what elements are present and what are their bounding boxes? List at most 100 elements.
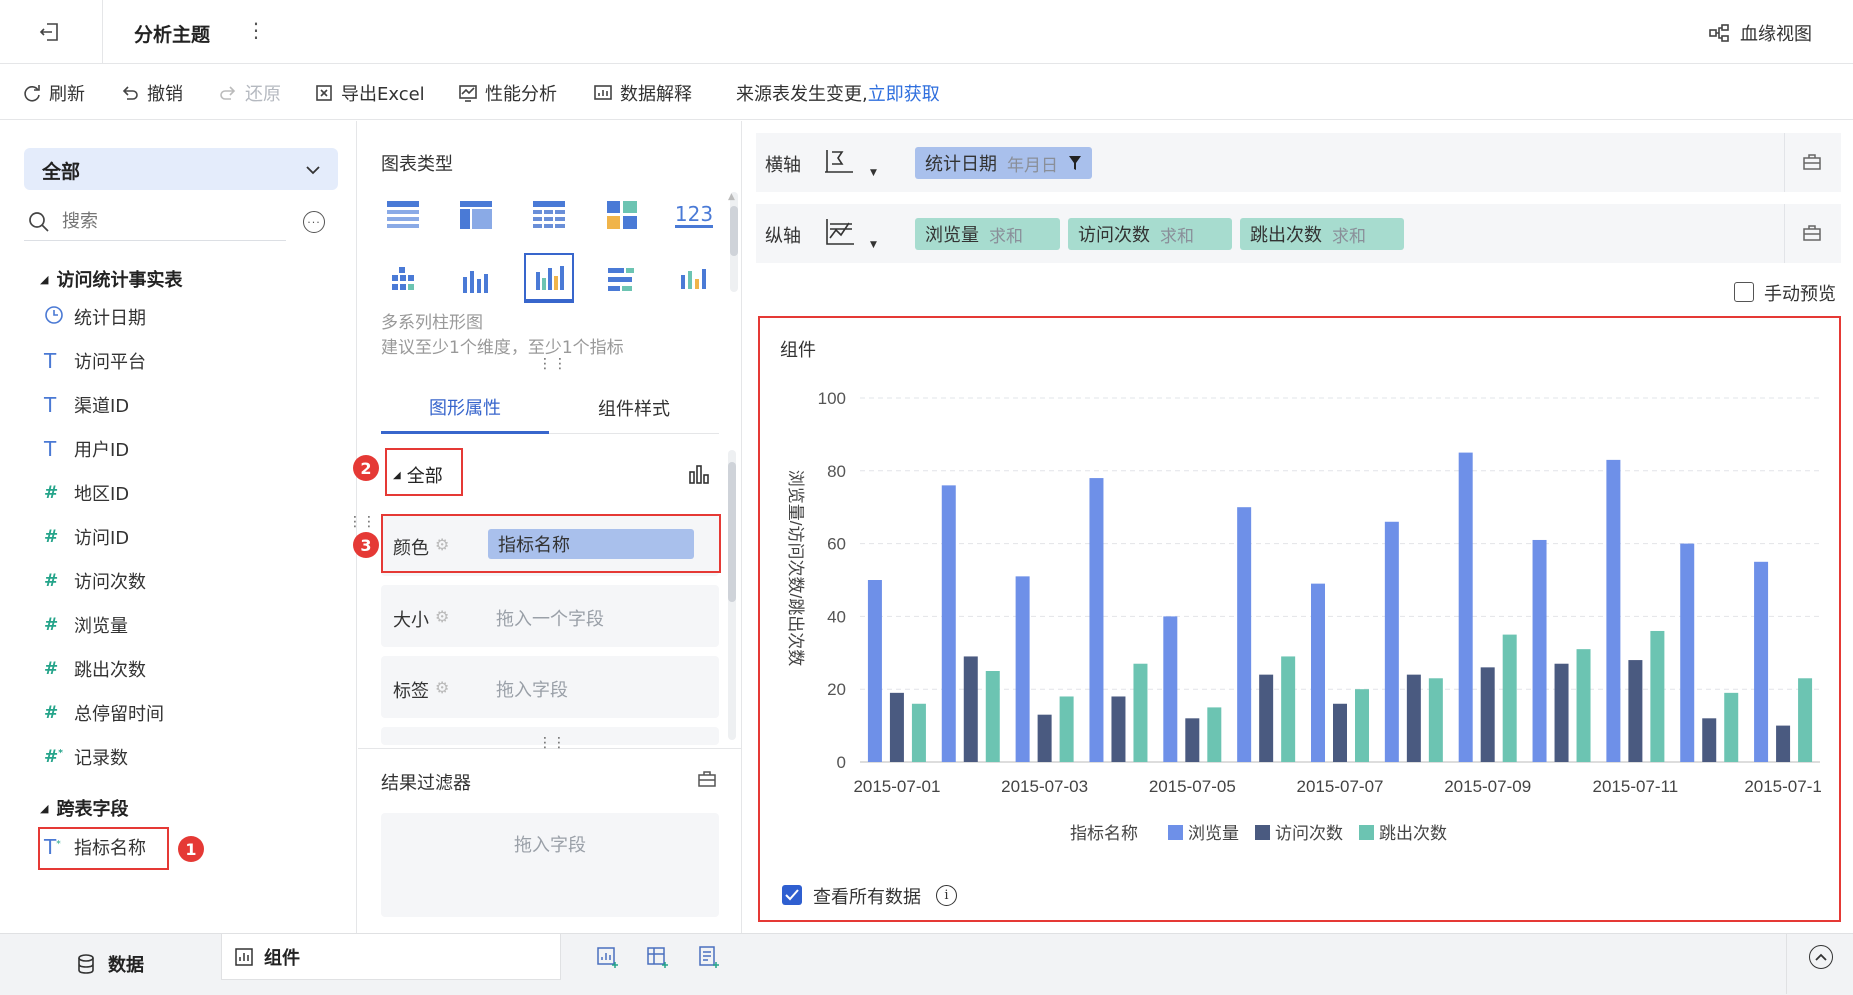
field-item[interactable]: 统计日期: [44, 304, 146, 330]
bar: [1237, 507, 1252, 762]
legend-swatch: [1168, 825, 1183, 840]
field-item[interactable]: T 访问平台: [44, 348, 146, 374]
info-icon[interactable]: i: [936, 885, 957, 906]
collapse-up-icon[interactable]: [1809, 945, 1833, 969]
field-label: 记录数: [74, 748, 128, 769]
horizontal-bar-icon[interactable]: [602, 260, 642, 300]
refresh-icon: [24, 85, 40, 102]
filter-settings-icon[interactable]: [697, 770, 717, 792]
filter-drop-zone[interactable]: 拖入字段: [381, 813, 719, 917]
bar: [867, 580, 882, 762]
range-bar-icon[interactable]: [674, 260, 714, 300]
chart-tab-icon: [235, 947, 253, 966]
refresh-button[interactable]: 刷新: [22, 80, 85, 106]
x-tick-label: 2015-07-07: [1297, 777, 1384, 796]
cross-table-section-header[interactable]: ◢ 跨表字段: [40, 795, 128, 821]
chart-type-name: 多系列柱形图: [381, 313, 483, 333]
add-component-icon[interactable]: [596, 945, 620, 973]
cross-table-icon[interactable]: [456, 195, 496, 235]
tab-component-style[interactable]: 组件样式: [549, 382, 719, 434]
resize-handle[interactable]: ⋮⋮: [538, 356, 568, 372]
pill-sub-label: 求和: [1332, 226, 1366, 247]
view-all-checkbox[interactable]: [782, 885, 802, 905]
field-scope-dropdown[interactable]: 全部: [24, 148, 338, 190]
field-item[interactable]: # 访问次数: [44, 568, 146, 594]
number-chart-icon[interactable]: 123: [674, 195, 714, 235]
size-drop-placeholder[interactable]: 拖入一个字段: [496, 605, 604, 631]
field-item[interactable]: # 地区ID: [44, 480, 129, 506]
stacked-bar-icon[interactable]: [456, 260, 496, 300]
panel-drag-handle[interactable]: ⋮⋮: [348, 514, 376, 530]
more-menu-button[interactable]: ⋮: [246, 18, 266, 42]
bar: [1628, 660, 1643, 762]
x-axis-dropdown-icon[interactable]: ▼: [870, 168, 877, 178]
clock-icon: [44, 305, 74, 330]
manual-preview-checkbox[interactable]: [1734, 282, 1754, 302]
gear-icon[interactable]: ⚙: [435, 678, 449, 697]
tag-drop-placeholder[interactable]: 拖入字段: [496, 676, 568, 702]
tag-label: 标签: [393, 681, 429, 702]
field-label: 用户ID: [74, 440, 130, 461]
right-scroll-up-icon[interactable]: ▲: [728, 192, 735, 202]
perf-analysis-button[interactable]: 性能分析: [458, 80, 557, 106]
field-item[interactable]: #* 记录数: [44, 744, 128, 770]
fetch-now-link[interactable]: 立即获取: [868, 80, 940, 106]
x-axis-settings-icon[interactable]: [1802, 153, 1822, 175]
redo-button[interactable]: 还原: [218, 80, 281, 106]
search-box[interactable]: [24, 205, 286, 241]
field-item[interactable]: T 渠道ID: [44, 392, 129, 418]
y-field-pill[interactable]: 跳出次数 求和: [1240, 218, 1404, 250]
number-type-icon: #: [44, 527, 59, 547]
kpi-card-icon[interactable]: [602, 195, 642, 235]
more-options-icon[interactable]: ···: [303, 211, 325, 233]
y-axis-dropdown-icon[interactable]: ▼: [870, 240, 877, 250]
table-chart-icon[interactable]: [383, 195, 423, 235]
bar: [1798, 678, 1813, 762]
attr-scrollbar[interactable]: [728, 450, 736, 740]
grouped-table-icon[interactable]: [383, 260, 423, 300]
field-item[interactable]: # 浏览量: [44, 612, 128, 638]
tab-data[interactable]: 数据: [0, 934, 220, 994]
gear-icon[interactable]: ⚙: [435, 607, 449, 626]
add-report-icon[interactable]: [697, 945, 721, 973]
tab-graphic-attr[interactable]: 图形属性: [381, 382, 549, 434]
bar: [1133, 663, 1148, 762]
field-item[interactable]: # 跳出次数: [44, 656, 146, 682]
field-item[interactable]: T 用户ID: [44, 436, 129, 462]
dropdown-value: 全部: [42, 161, 81, 183]
x-axis-icon[interactable]: [822, 146, 856, 180]
tab-component[interactable]: 组件: [221, 934, 561, 980]
x-field-pill[interactable]: 统计日期 年月日: [915, 147, 1092, 179]
detail-table-icon[interactable]: [529, 195, 569, 235]
field-item[interactable]: # 访问ID: [44, 524, 129, 550]
redo-label: 还原: [245, 84, 281, 105]
resize-handle[interactable]: ⋮⋮: [538, 735, 566, 751]
filter-icon[interactable]: [1068, 155, 1082, 171]
y-axis-icon[interactable]: [822, 216, 856, 252]
chart-types-scrollbar[interactable]: [730, 192, 738, 292]
table-section-header[interactable]: ◢ 访问统计事实表: [40, 266, 182, 292]
field-item[interactable]: # 总停留时间: [44, 700, 164, 726]
highlight-box-3: [381, 514, 721, 573]
top-bar: 分析主题 ⋮ 血缘视图: [0, 0, 1853, 64]
multi-series-bar-icon[interactable]: [524, 253, 574, 303]
source-change-notice: 来源表发生变更, 立即获取: [736, 80, 940, 106]
y-field-pill[interactable]: 浏览量 求和: [915, 218, 1060, 250]
bar: [1776, 725, 1791, 762]
x-tick-label: 2015-07-01: [853, 777, 940, 796]
data-explain-button[interactable]: 数据解释: [593, 80, 692, 106]
export-excel-button[interactable]: 导出Excel: [314, 80, 425, 106]
search-input[interactable]: [62, 207, 262, 235]
lineage-view-button[interactable]: 血缘视图: [1708, 20, 1812, 46]
y-field-pill[interactable]: 访问次数 求和: [1068, 218, 1232, 250]
back-button[interactable]: [38, 20, 62, 44]
y-axis-settings-icon[interactable]: [1802, 224, 1822, 246]
undo-button[interactable]: 撤销: [120, 80, 183, 106]
add-table-icon[interactable]: [646, 945, 670, 973]
collapse-triangle-icon: ◢: [40, 272, 49, 286]
bar: [1502, 634, 1517, 762]
undo-label: 撤销: [147, 84, 183, 105]
bar: [1259, 674, 1274, 762]
tab-label: 图形属性: [429, 397, 501, 419]
bar-chart-small-icon[interactable]: [688, 464, 710, 488]
